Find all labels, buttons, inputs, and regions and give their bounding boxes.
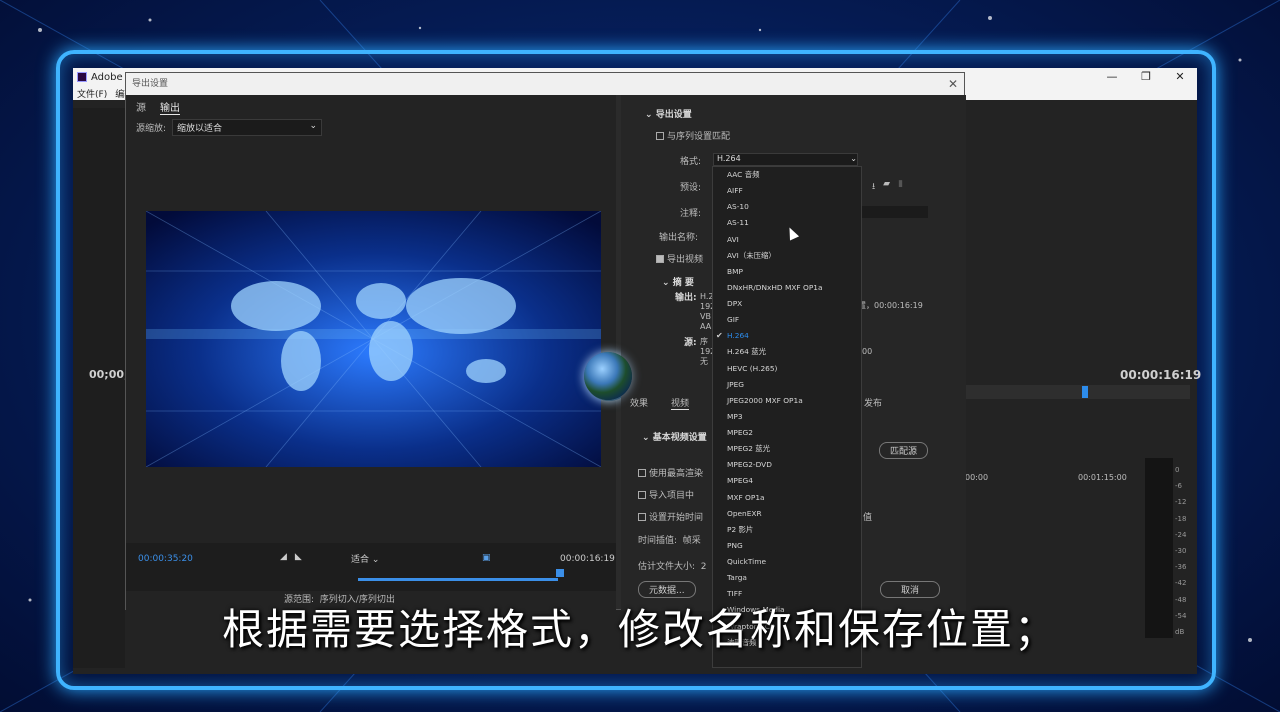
program-ruler[interactable]: [965, 385, 1190, 399]
format-option[interactable]: H.264 蓝光: [713, 344, 861, 360]
format-option[interactable]: P2 影片: [713, 522, 861, 538]
subtitle-caption: 根据需要选择格式，修改名称和保存位置；: [221, 605, 1058, 654]
preset-label: 预设:: [680, 183, 702, 193]
chevron-down-icon: ⌄: [309, 121, 318, 131]
format-option[interactable]: GIF: [713, 312, 861, 328]
source-timecode: 00;00;: [89, 368, 129, 381]
summary-heading: ⌄ 摘 要: [662, 278, 694, 288]
timeline-tick-start: 00:00: [965, 473, 989, 482]
aspect-toggle-icon[interactable]: ▣: [482, 553, 491, 563]
earth-globe: [584, 352, 632, 400]
start-time-suffix: 值: [863, 513, 873, 523]
format-select[interactable]: H.264 ⌄: [713, 153, 858, 166]
start-time-checkbox[interactable]: 设置开始时间: [638, 510, 703, 523]
format-option[interactable]: JPEG2000 MXF OP1a: [713, 393, 861, 409]
format-option[interactable]: DPX: [713, 296, 861, 312]
format-label: 格式:: [680, 157, 702, 167]
chevron-down-icon: ⌄: [850, 154, 857, 163]
output-name-label: 输出名称:: [659, 233, 699, 243]
dialog-title: 导出设置: [126, 73, 964, 95]
preview-tabs: 源 输出: [136, 99, 180, 115]
format-option[interactable]: MPEG2-DVD: [713, 457, 861, 473]
basic-video-heading: ⌄ 基本视频设置: [642, 433, 707, 443]
preset-actions: ⭳ ▰ ▮: [872, 179, 903, 195]
menu-file[interactable]: 文件(F): [77, 87, 107, 100]
minimize-button[interactable]: —: [1095, 68, 1129, 86]
output-duration: 置，00:00:16:19: [858, 301, 923, 310]
format-option[interactable]: MPEG2: [713, 425, 861, 441]
estimated-size: 估计文件大小: 2: [638, 562, 707, 572]
max-render-checkbox[interactable]: 使用最高渲染: [638, 466, 703, 479]
match-sequence-checkbox[interactable]: 与序列设置匹配: [656, 129, 730, 142]
format-option[interactable]: AAC 音频: [713, 167, 861, 183]
output-summary-label: 输出:: [675, 293, 697, 303]
tab-source[interactable]: 源: [136, 99, 146, 115]
source-summary-label: 源:: [684, 338, 697, 348]
tab-output[interactable]: 输出: [160, 99, 180, 115]
format-option[interactable]: MPEG2 蓝光: [713, 441, 861, 457]
time-interpolation[interactable]: 时间插值: 帧采: [638, 533, 701, 546]
timecode-bar: [126, 543, 616, 591]
range-out-handle[interactable]: [556, 569, 564, 577]
match-source-button[interactable]: 匹配源: [879, 442, 929, 459]
video-preview: [146, 211, 601, 467]
source-scale-label: 源缩放:: [136, 124, 167, 134]
timeline-tick-end: 00:01:15:00: [1078, 473, 1127, 482]
format-dropdown-list: AAC 音频 AIFF AS-10 AS-11 AVI AVI（未压缩） BMP DNxHR/…: [712, 166, 862, 668]
format-option[interactable]: ✔ H.264: [713, 328, 861, 344]
checkmark-icon: ✔: [716, 331, 723, 341]
set-in-icon[interactable]: ◢: [280, 552, 287, 562]
format-option[interactable]: BMP: [713, 264, 861, 280]
playback-controls: ◢ ◣: [280, 552, 302, 562]
tab-publish[interactable]: 发布: [864, 396, 882, 409]
format-option[interactable]: MXF OP1a: [713, 490, 861, 506]
source-summary-suffix: 00: [862, 347, 873, 356]
tab-video[interactable]: 视频: [671, 396, 690, 410]
format-option[interactable]: Targa: [713, 570, 861, 586]
current-timecode[interactable]: 00:00:35:20: [138, 554, 193, 564]
format-option[interactable]: MPEG4: [713, 473, 861, 489]
maximize-button[interactable]: ❐: [1129, 68, 1163, 86]
source-range-track[interactable]: [358, 578, 558, 581]
format-option[interactable]: PNG: [713, 538, 861, 554]
export-settings-heading: ⌄ 导出设置: [645, 110, 692, 120]
close-window-button[interactable]: ✕: [1163, 68, 1197, 86]
premiere-logo-icon: [77, 72, 87, 82]
set-out-icon[interactable]: ◣: [295, 552, 302, 562]
format-option[interactable]: QuickTime: [713, 554, 861, 570]
delete-preset-icon[interactable]: ▮: [898, 179, 903, 195]
save-preset-icon[interactable]: ⭳: [872, 179, 875, 195]
format-option[interactable]: DNxHR/DNxHD MXF OP1a: [713, 280, 861, 296]
duration-timecode: 00:00:16:19: [560, 554, 615, 564]
source-scale-select[interactable]: 缩放以适合 ⌄: [172, 119, 323, 136]
export-video-checkbox[interactable]: 导出视频: [656, 252, 703, 265]
source-scale: 源缩放: 缩放以适合 ⌄: [136, 119, 323, 136]
program-timecode: 00:00:16:19: [1120, 368, 1202, 382]
format-option[interactable]: MP3: [713, 409, 861, 425]
import-preset-icon[interactable]: ▰: [883, 179, 890, 195]
program-playhead[interactable]: [1082, 386, 1088, 398]
dialog-close-button[interactable]: ✕: [948, 73, 958, 95]
format-option[interactable]: JPEG: [713, 377, 861, 393]
format-option[interactable]: AS-10: [713, 199, 861, 215]
left-panel: [73, 108, 125, 668]
fit-select[interactable]: 适合 ⌄: [351, 552, 379, 565]
tab-effects[interactable]: 效果: [630, 396, 648, 409]
import-project-checkbox[interactable]: 导入项目中: [638, 488, 694, 501]
format-option[interactable]: OpenEXR: [713, 506, 861, 522]
comment-field[interactable]: [860, 206, 928, 218]
format-option[interactable]: AVI（未压缩）: [713, 248, 861, 264]
comment-label: 注释:: [680, 209, 702, 219]
format-option[interactable]: HEVC (H.265): [713, 361, 861, 377]
format-option[interactable]: AIFF: [713, 183, 861, 199]
